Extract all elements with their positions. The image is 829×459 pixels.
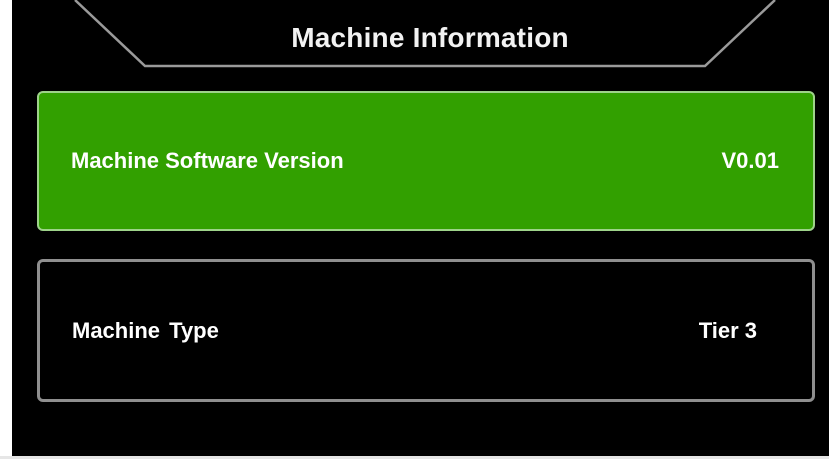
software-version-label: Machine Software Version [71, 148, 344, 173]
software-version-row[interactable]: Machine Software Version V0.01 [37, 91, 815, 231]
machine-type-row[interactable]: Machine Type Tier 3 [37, 259, 815, 402]
machine-info-screen: Machine Information Machine Software Ver… [0, 0, 829, 459]
machine-type-value: Tier 3 [698, 317, 757, 343]
machine-type-label: Machine Type [72, 317, 219, 343]
page-title: Machine Information [291, 22, 569, 53]
software-version-value: V0.01 [721, 148, 780, 173]
